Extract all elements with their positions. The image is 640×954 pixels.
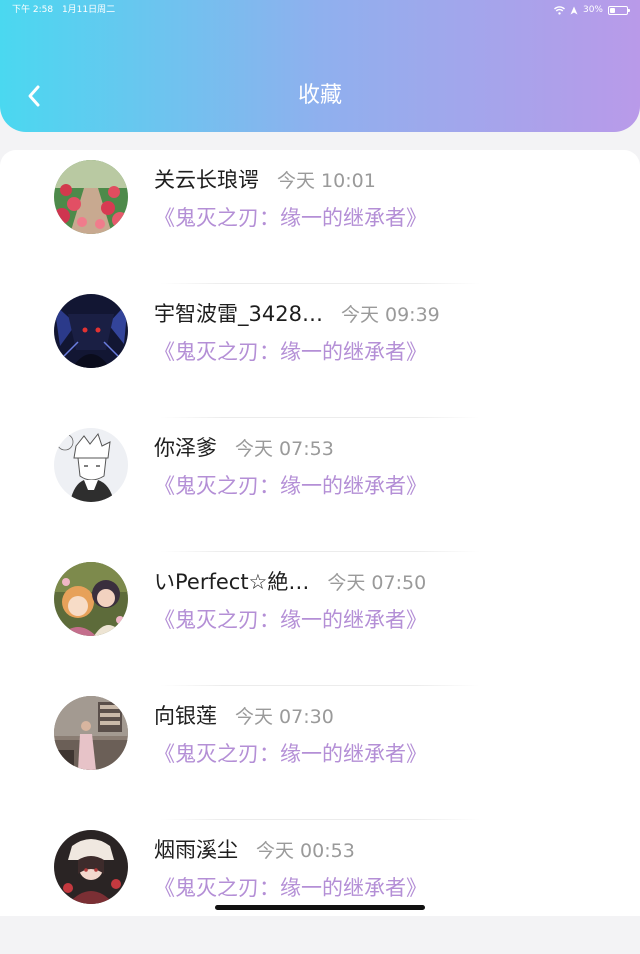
timestamp: 今天 07:30 bbox=[235, 706, 334, 728]
list-item[interactable]: いPerfect☆絶… 今天 07:50 《鬼灭之刃：缘一的继承者》 bbox=[0, 552, 640, 686]
avatar[interactable] bbox=[54, 696, 128, 770]
dark-anime-avatar bbox=[54, 294, 128, 368]
timestamp: 今天 07:50 bbox=[327, 572, 427, 594]
item-header: 向银莲 今天 07:30 bbox=[154, 700, 334, 730]
location-icon bbox=[570, 6, 578, 14]
header-bar: 下午 2:58 1月11日周二 30% 收藏 bbox=[0, 0, 640, 132]
battery-level bbox=[610, 7, 615, 13]
list-item[interactable]: 关云长琅谔 今天 10:01 《鬼灭之刃：缘一的继承者》 bbox=[0, 150, 640, 284]
user-name: 你泽爹 bbox=[154, 436, 217, 460]
status-date: 1月11日周二 bbox=[61, 5, 116, 15]
status-right: 30% bbox=[553, 0, 630, 20]
list-item[interactable]: 你泽爹 今天 07:53 《鬼灭之刃：缘一的继承者》 bbox=[0, 418, 640, 552]
timestamp: 今天 09:39 bbox=[340, 304, 440, 326]
avatar[interactable] bbox=[54, 562, 128, 636]
item-header: 宇智波雷_3428… 今天 09:39 bbox=[154, 298, 440, 328]
favorites-list: 关云长琅谔 今天 10:01 《鬼灭之刃：缘一的继承者》 宇智波雷_3428… … bbox=[0, 150, 640, 916]
battery-percent: 30% bbox=[582, 5, 603, 15]
user-name: いPerfect☆絶… bbox=[154, 570, 310, 594]
dark-portrait-avatar bbox=[54, 830, 128, 904]
flower-path-avatar bbox=[54, 160, 128, 234]
book-title-link[interactable]: 《鬼灭之刃：缘一的继承者》 bbox=[154, 336, 427, 366]
item-header: 你泽爹 今天 07:53 bbox=[154, 432, 334, 462]
anime-girls-avatar bbox=[54, 562, 128, 636]
list-item[interactable]: 宇智波雷_3428… 今天 09:39 《鬼灭之刃：缘一的继承者》 bbox=[0, 284, 640, 418]
item-header: 烟雨溪尘 今天 00:53 bbox=[154, 834, 355, 864]
timestamp: 今天 10:01 bbox=[277, 170, 376, 192]
user-name: 宇智波雷_3428… bbox=[154, 302, 323, 326]
status-left: 下午 2:58 1月11日周二 bbox=[12, 0, 121, 20]
photo-room-avatar bbox=[54, 696, 128, 770]
battery-icon bbox=[608, 5, 630, 15]
page-title: 收藏 bbox=[297, 83, 342, 108]
timestamp: 今天 07:53 bbox=[235, 438, 334, 460]
home-indicator[interactable] bbox=[215, 905, 425, 910]
book-title-link[interactable]: 《鬼灭之刃：缘一的继承者》 bbox=[154, 470, 427, 500]
user-name: 烟雨溪尘 bbox=[154, 838, 238, 862]
avatar[interactable] bbox=[54, 160, 128, 234]
item-header: 关云长琅谔 今天 10:01 bbox=[154, 164, 376, 194]
book-title-link[interactable]: 《鬼灭之刃：缘一的继承者》 bbox=[154, 738, 427, 768]
wifi-icon bbox=[553, 5, 565, 15]
timestamp: 今天 00:53 bbox=[256, 840, 355, 862]
item-header: いPerfect☆絶… 今天 07:50 bbox=[154, 566, 426, 596]
user-name: 关云长琅谔 bbox=[154, 168, 259, 192]
book-title-link[interactable]: 《鬼灭之刃：缘一的继承者》 bbox=[154, 872, 427, 902]
book-title-link[interactable]: 《鬼灭之刃：缘一的继承者》 bbox=[154, 202, 427, 232]
sketch-anime-avatar bbox=[54, 428, 128, 502]
status-time: 下午 2:58 bbox=[12, 5, 54, 15]
avatar[interactable] bbox=[54, 830, 128, 904]
avatar[interactable] bbox=[54, 428, 128, 502]
list-item[interactable]: 向银莲 今天 07:30 《鬼灭之刃：缘一的继承者》 bbox=[0, 686, 640, 820]
status-bar: 下午 2:58 1月11日周二 30% bbox=[0, 0, 640, 20]
avatar[interactable] bbox=[54, 294, 128, 368]
list-item[interactable]: 烟雨溪尘 今天 00:53 《鬼灭之刃：缘一的继承者》 bbox=[0, 820, 640, 954]
book-title-link[interactable]: 《鬼灭之刃：缘一的继承者》 bbox=[154, 604, 427, 634]
user-name: 向银莲 bbox=[154, 704, 217, 728]
